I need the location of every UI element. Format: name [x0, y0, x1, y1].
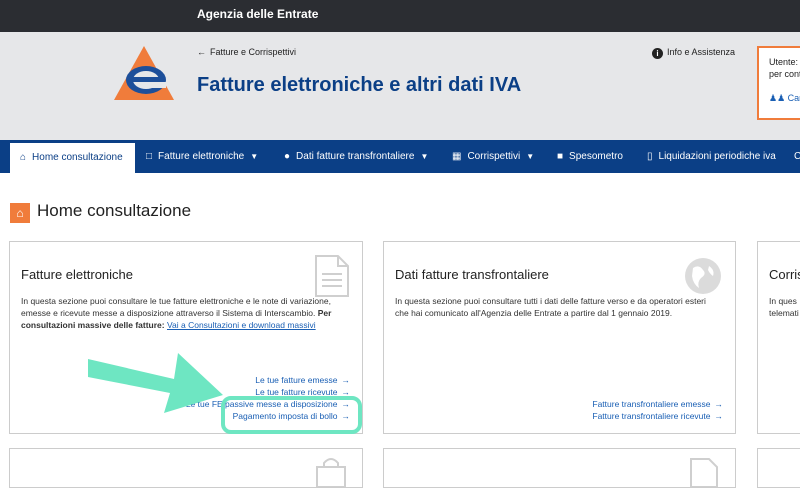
user-sub-label: per cont: [769, 69, 800, 79]
document-icon: [315, 255, 349, 297]
document-icon: □: [146, 151, 153, 162]
home-icon: ⌂: [10, 203, 30, 223]
globe-icon: [685, 258, 721, 294]
link-transfrontaliere-ricevute[interactable]: Fatture transfrontaliere ricevute →: [592, 410, 723, 422]
desc-line: telemati: [769, 308, 799, 318]
tab-label: Liquidazioni periodiche iva: [658, 151, 776, 162]
main-nav: ⌂ Home consultazione □ Fatture elettronich…: [0, 140, 800, 173]
card-title: Dati fatture transfrontaliere: [395, 267, 549, 282]
arrow-right-icon: →: [714, 399, 724, 409]
card-description: In questa sezione puoi consultare le tue…: [21, 295, 351, 331]
agenzia-logo[interactable]: [112, 44, 176, 102]
header: ← Fatture e Corrispettivi Fatture elettro…: [0, 32, 800, 140]
info-link[interactable]: i Info e Assistenza: [652, 47, 735, 59]
top-bar: Agenzia delle Entrate: [0, 0, 800, 32]
tab-dati-fatture-transfrontaliere[interactable]: ● Dati fatture transfrontaliere ▼: [284, 140, 428, 173]
desc-line: In questa sezione puoi consultare le tue…: [21, 296, 331, 306]
tab-more[interactable]: C: [794, 140, 800, 173]
card-bottom-3: [757, 448, 800, 488]
file-icon: ▯: [647, 151, 653, 162]
link-label[interactable]: Le tue fatture emesse: [255, 375, 337, 385]
link-transfrontaliere-emesse[interactable]: Fatture transfrontaliere emesse →: [592, 398, 723, 410]
link-label[interactable]: Fatture transfrontaliere ricevute: [592, 411, 710, 421]
home-icon: ⌂: [20, 152, 27, 163]
tab-fatture-elettroniche[interactable]: □ Fatture elettroniche ▼: [146, 140, 258, 173]
card-description: In questa sezione puoi consultare tutti …: [395, 295, 725, 319]
arrow-right-icon: →: [714, 411, 724, 421]
globe-icon: ●: [284, 151, 291, 162]
user-box: Utente: per cont ♟♟ Cam: [757, 46, 800, 120]
desc-text: emesse e ricevute messe a disposizione a…: [21, 308, 316, 318]
tab-home-consultazione[interactable]: ⌂ Home consultazione: [10, 140, 135, 173]
tab-label: Corrispettivi: [467, 151, 521, 162]
calculator-icon: ▦: [452, 151, 462, 162]
tab-label: Home consultazione: [32, 152, 123, 163]
document-icon: [690, 458, 718, 487]
change-user-link[interactable]: ♟♟ Cam: [769, 92, 800, 104]
user-label: Utente:: [769, 57, 799, 67]
caret-down-icon: ▼: [526, 152, 535, 161]
card-transfrontaliere: Dati fatture transfrontaliere In questa …: [383, 241, 736, 434]
bag-icon: [316, 458, 346, 487]
card-bottom-2: [383, 448, 736, 488]
link-label[interactable]: Fatture transfrontaliere emesse: [592, 399, 710, 409]
massive-download-link[interactable]: Vai a Consultazioni e download massivi: [167, 320, 316, 330]
users-icon: ♟♟: [769, 93, 786, 103]
annotation-highlight-box: [221, 396, 362, 434]
tab-liquidazioni[interactable]: ▯ Liquidazioni periodiche iva: [647, 140, 776, 173]
agency-name[interactable]: Agenzia delle Entrate: [197, 7, 318, 21]
card-bottom-1: [9, 448, 363, 488]
desc-line: emesse e ricevute messe a disposizione a…: [21, 307, 351, 331]
tab-label: C: [794, 151, 800, 162]
annotation-arrow-icon: [88, 353, 223, 413]
caret-down-icon: ▼: [250, 152, 259, 161]
card-description: In ques telemati: [769, 295, 800, 319]
page-title: Home consultazione: [37, 201, 192, 220]
tab-spesometro[interactable]: ■ Spesometro: [557, 140, 623, 173]
app-title: Fatture elettroniche e altri dati IVA: [197, 74, 522, 96]
card-corrispettivi: Corris In ques telemati: [757, 241, 800, 434]
info-icon: i: [652, 48, 663, 59]
card-title: Fatture elettroniche: [21, 267, 134, 282]
caret-down-icon: ▼: [420, 152, 429, 161]
shopping-bag-icon: ■: [557, 151, 564, 162]
breadcrumb-label[interactable]: Fatture e Corrispettivi: [210, 47, 296, 57]
desc-line: In questa sezione puoi consultare tutti …: [395, 296, 706, 306]
card-title: Corris: [769, 267, 800, 282]
arrow-right-icon: →: [341, 375, 351, 385]
tab-label: Fatture elettroniche: [158, 151, 245, 162]
tab-label: Spesometro: [569, 151, 623, 162]
tab-label: Dati fatture transfrontaliere: [296, 151, 415, 162]
change-user-label[interactable]: Cam: [788, 93, 800, 103]
breadcrumb[interactable]: ← Fatture e Corrispettivi: [197, 47, 296, 57]
tab-corrispettivi[interactable]: ▦ Corrispettivi ▼: [452, 140, 534, 173]
desc-line: In ques: [769, 296, 797, 306]
card-links: Fatture transfrontaliere emesse → Fatture…: [592, 398, 723, 422]
arrow-left-icon: ←: [197, 47, 206, 57]
desc-line: che hai comunicato all'Agenzia delle Ent…: [395, 308, 673, 318]
info-label[interactable]: Info e Assistenza: [667, 47, 735, 57]
